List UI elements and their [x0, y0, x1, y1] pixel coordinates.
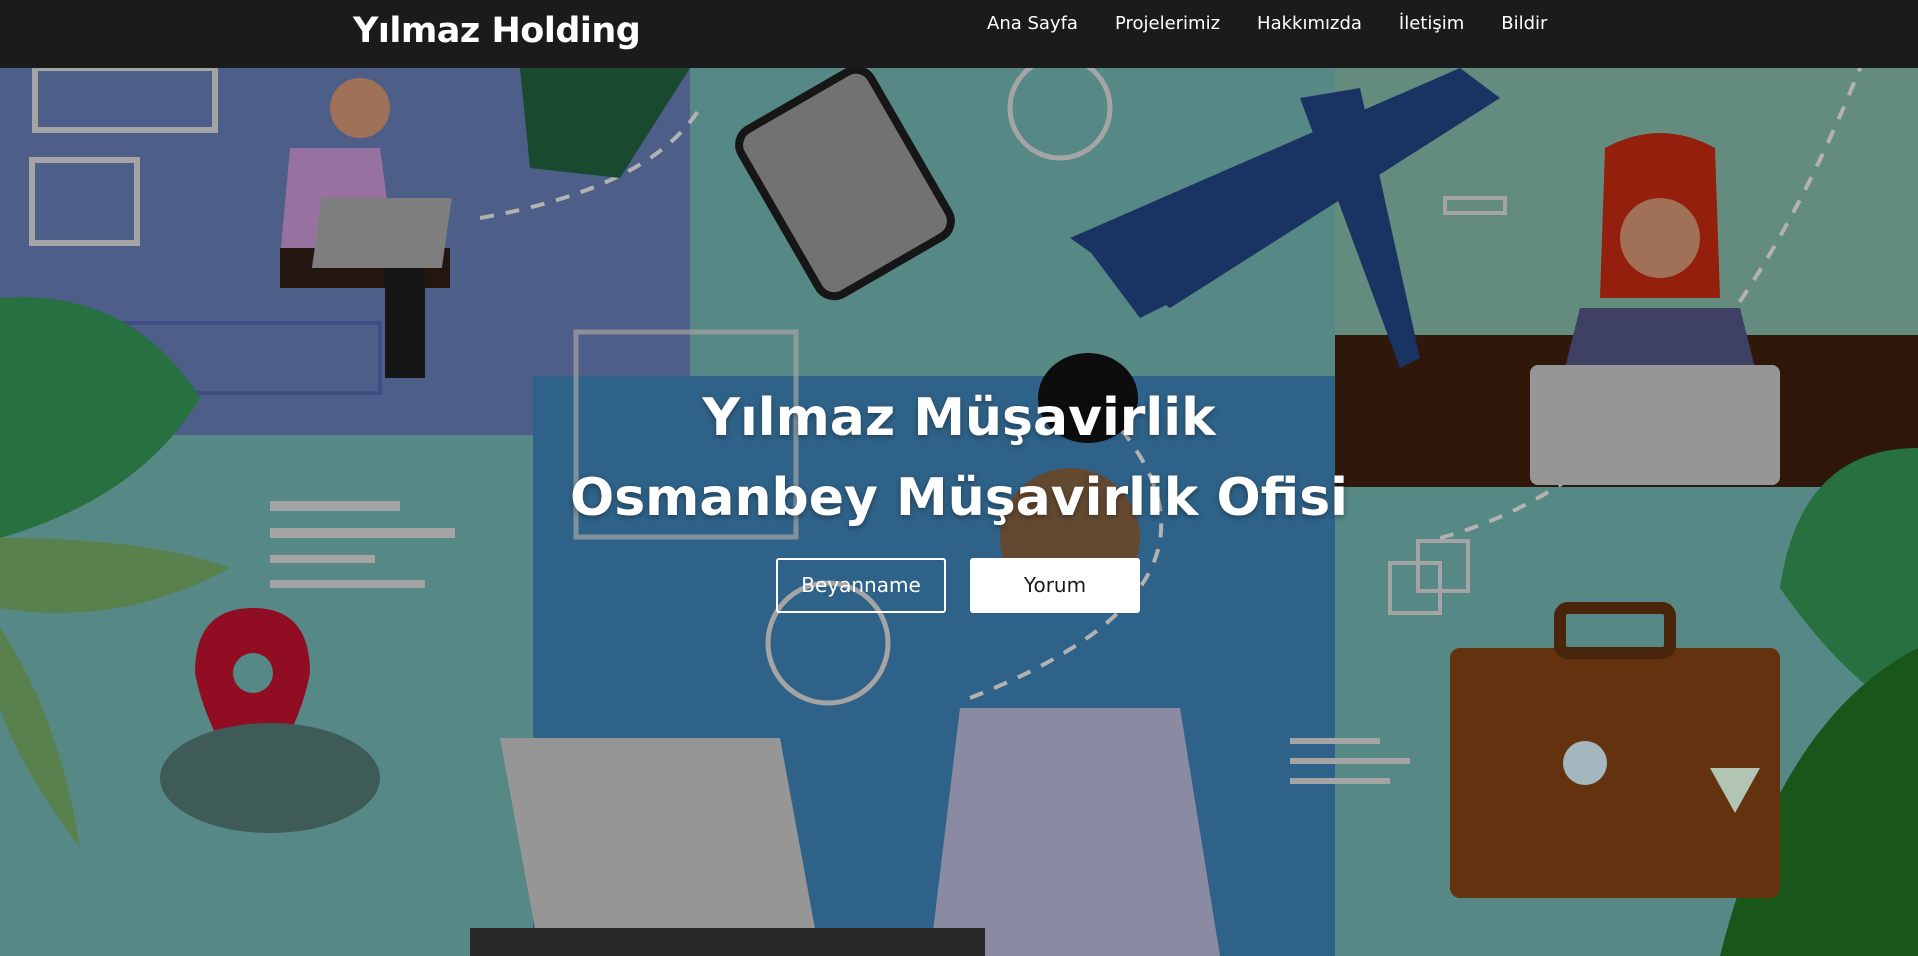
nav-links: Ana Sayfa Projelerimiz Hakkımızda İletiş… — [987, 12, 1584, 36]
nav-link-contact[interactable]: İletişim — [1399, 12, 1464, 36]
nav-link-about[interactable]: Hakkımızda — [1257, 12, 1362, 36]
hero-section: Yılmaz Müşavirlik Osmanbey Müşavirlik Of… — [0, 68, 1918, 956]
nav-link-home[interactable]: Ana Sayfa — [987, 12, 1078, 36]
yorum-button[interactable]: Yorum — [970, 558, 1140, 613]
top-navbar: Yılmaz Holding Ana Sayfa Projelerimiz Ha… — [0, 0, 1918, 68]
hero-title-line2: Osmanbey Müşavirlik Ofisi — [570, 468, 1348, 528]
brand-logo-link[interactable]: Yılmaz Holding — [353, 8, 641, 54]
nav-link-projects[interactable]: Projelerimiz — [1115, 12, 1220, 36]
nav-link-report[interactable]: Bildir — [1501, 12, 1547, 36]
hero-title-line1: Yılmaz Müşavirlik — [702, 388, 1216, 448]
beyanname-button[interactable]: Beyanname — [776, 558, 946, 613]
